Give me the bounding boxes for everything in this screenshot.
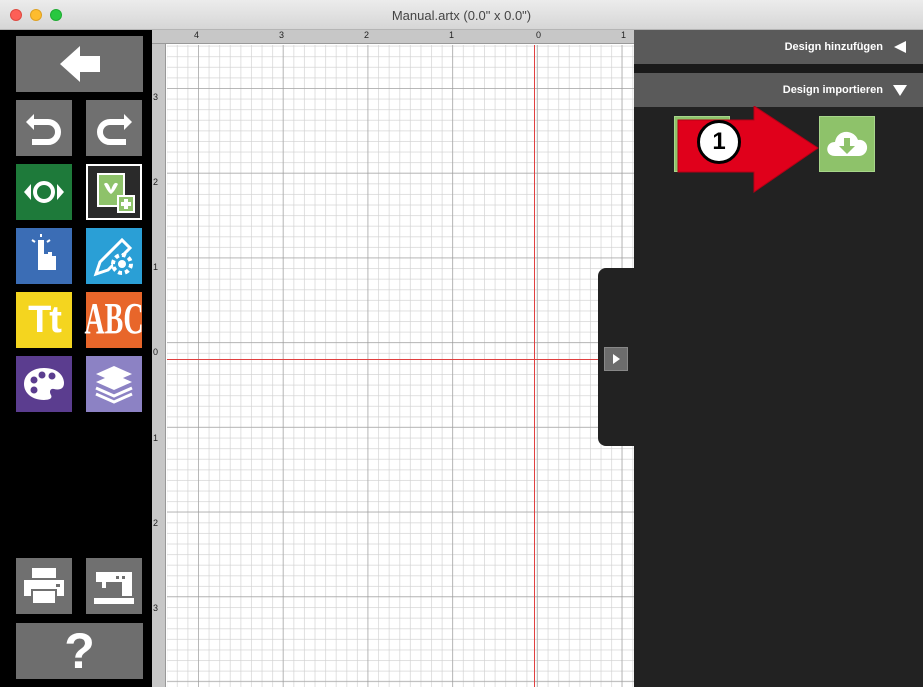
vertical-axis-line <box>534 45 535 687</box>
back-button[interactable] <box>16 36 143 92</box>
title-bar: Manual.artx (0.0" x 0.0") <box>0 0 923 30</box>
palette-icon <box>24 368 64 400</box>
ruler-label: 1 <box>153 262 159 272</box>
add-design-label: Design hinzufügen <box>784 41 883 53</box>
ruler-label: 2 <box>153 177 159 187</box>
text-icon: Tt <box>28 298 62 341</box>
undo-button[interactable] <box>16 100 72 156</box>
left-toolbar: Tt ABC ? <box>0 30 152 687</box>
select-button[interactable] <box>16 228 72 284</box>
monogram-icon: ABC <box>84 294 144 344</box>
ruler-label: 2 <box>364 30 370 40</box>
ruler-label: 1 <box>449 30 455 40</box>
add-design-button[interactable] <box>86 164 142 220</box>
window-title: Manual.artx (0.0" x 0.0") <box>391 8 532 23</box>
add-design-icon <box>97 173 135 213</box>
add-design-section-header[interactable]: Design hinzufügen <box>634 30 923 64</box>
ruler-label: 0 <box>536 30 542 40</box>
redo-icon <box>97 114 132 145</box>
left-ruler: 3 2 1 0 1 2 3 <box>152 44 166 687</box>
touch-icon <box>31 234 56 270</box>
sewing-machine-icon <box>94 572 134 604</box>
color-palette-button[interactable] <box>16 356 72 412</box>
ruler-label: 4 <box>194 30 200 40</box>
layers-icon <box>95 366 133 404</box>
ruler-label: 0 <box>153 347 159 357</box>
question-icon: ? <box>64 623 95 679</box>
app-window: Manual.artx (0.0" x 0.0") Tt ABC ? 4 3 2… <box>0 0 923 687</box>
pencil-gear-icon <box>93 237 133 277</box>
printer-icon <box>24 568 64 605</box>
triangle-down-icon <box>893 85 907 96</box>
ruler-label: 3 <box>153 603 159 613</box>
print-button[interactable] <box>16 558 72 614</box>
sewing-machine-button[interactable] <box>86 558 142 614</box>
undo-icon <box>26 114 61 145</box>
edit-settings-button[interactable] <box>86 228 142 284</box>
monogram-button[interactable]: ABC <box>84 292 144 348</box>
help-button[interactable]: ? <box>16 623 143 679</box>
section-divider <box>634 64 923 73</box>
design-canvas[interactable]: 4 3 2 1 0 1 3 2 1 0 1 2 3 <box>152 30 634 687</box>
cloud-download-icon <box>827 131 868 156</box>
callout-arrow <box>677 106 819 193</box>
top-ruler: 4 3 2 1 0 1 <box>152 30 634 44</box>
ruler-label: 1 <box>621 30 627 40</box>
eye-icon <box>24 181 64 203</box>
ruler-label: 2 <box>153 518 159 528</box>
ruler-label: 1 <box>153 433 159 443</box>
step-number-badge: 1 <box>697 120 741 164</box>
ruler-label: 3 <box>153 92 159 102</box>
layers-button[interactable] <box>86 356 142 412</box>
triangle-left-icon <box>894 41 906 53</box>
chevron-right-icon <box>613 354 620 364</box>
grid <box>167 45 634 687</box>
import-design-section-header[interactable]: Design importieren <box>634 73 923 107</box>
text-button[interactable]: Tt <box>16 292 72 348</box>
ruler-label: 3 <box>279 30 285 40</box>
view-button[interactable] <box>16 164 72 220</box>
horizontal-axis-line <box>167 359 634 360</box>
arrow-left-icon <box>59 46 100 82</box>
redo-button[interactable] <box>86 100 142 156</box>
collapse-panel-button[interactable] <box>604 347 628 371</box>
cloud-download-tile[interactable] <box>819 116 875 172</box>
import-design-label: Design importieren <box>782 84 883 96</box>
